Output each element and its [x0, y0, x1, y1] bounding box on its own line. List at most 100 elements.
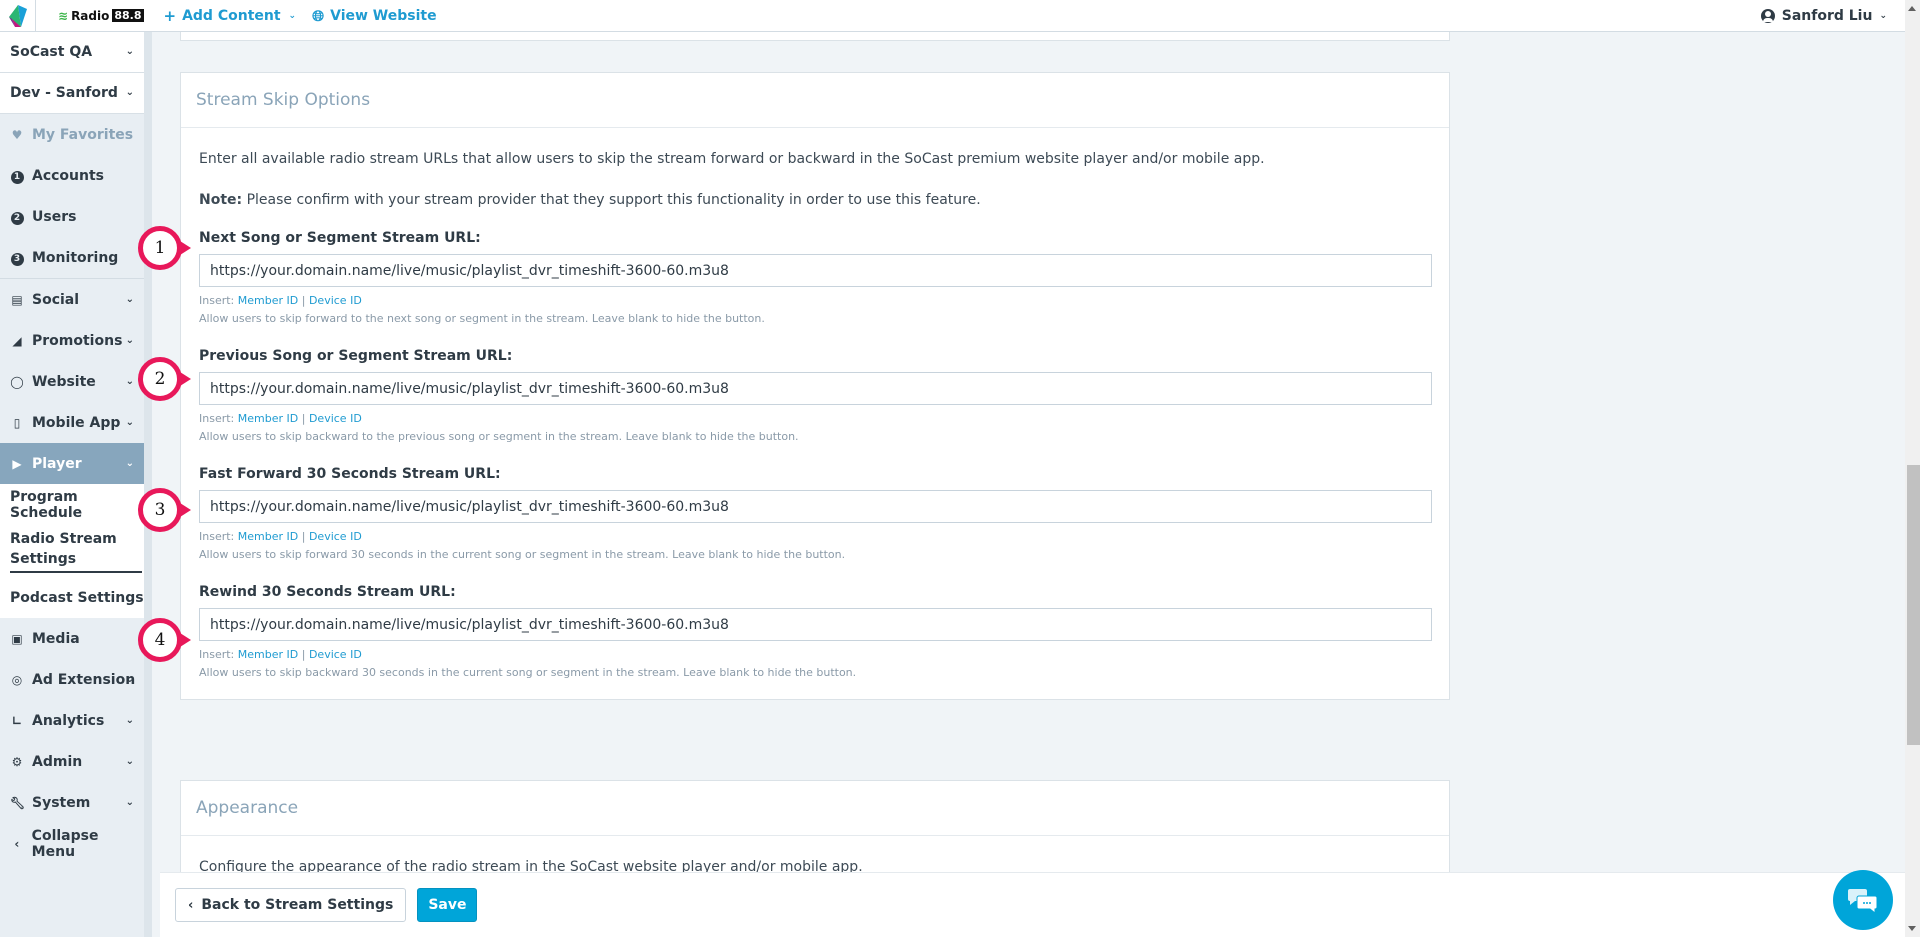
user-menu[interactable]: Sanford Liu ⌄	[1760, 0, 1887, 32]
site-selector[interactable]: Dev - Sanford ⌄	[0, 73, 144, 114]
insert-member-id-link[interactable]: Member ID	[238, 648, 298, 661]
play-circle-icon: ▶	[12, 456, 22, 471]
annotation-marker-2: 2	[138, 357, 182, 401]
chevron-down-icon: ⌄	[125, 416, 134, 428]
sidebar-subitem-program-schedule[interactable]: Program Schedule	[0, 484, 144, 525]
stream-skip-options-card: Stream Skip Options Enter all available …	[180, 72, 1450, 700]
field-help: Allow users to skip forward to the next …	[199, 312, 765, 325]
org-selector[interactable]: SoCast QA ⌄	[0, 32, 144, 73]
insert-member-id-link[interactable]: Member ID	[238, 294, 298, 307]
sidebar-item-my-favorites[interactable]: ♥ My Favorites	[0, 114, 144, 155]
annotation-marker-4: 4	[138, 618, 182, 662]
view-website-link[interactable]: 🌐︎ View Website	[312, 7, 437, 25]
card-intro: Enter all available radio stream URLs th…	[199, 151, 1265, 167]
insert-device-id-link[interactable]: Device ID	[309, 530, 362, 543]
scroll-up-arrow-icon[interactable]	[1908, 6, 1916, 11]
chat-bubbles-icon	[1848, 889, 1878, 914]
sidebar-item-system[interactable]: 🔧︎ System ⌄	[0, 782, 144, 823]
sidebar-item-label: Podcast Settings	[10, 589, 144, 606]
wifi-icon: ≋	[58, 8, 69, 23]
sidebar-item-player[interactable]: ▶ Player ⌄	[0, 443, 144, 484]
back-to-stream-settings-button[interactable]: ‹ Back to Stream Settings	[175, 888, 407, 922]
back-button-label: Back to Stream Settings	[201, 897, 394, 913]
insert-device-id-link[interactable]: Device ID	[309, 294, 362, 307]
sidebar-subitem-radio-stream-settings[interactable]: Radio Stream Settings	[0, 525, 144, 577]
field-label: Next Song or Segment Stream URL:	[199, 230, 481, 246]
chevron-down-icon: ⌄	[125, 334, 134, 346]
sidebar-item-accounts[interactable]: 1 Accounts	[0, 155, 144, 196]
chevron-down-icon: ⌄	[125, 796, 134, 808]
appearance-card: Appearance Configure the appearance of t…	[180, 780, 1450, 872]
add-content-menu[interactable]: + Add Content ⌄	[164, 7, 297, 25]
user-circle-icon	[1760, 9, 1775, 23]
chevron-down-icon: ⌄	[125, 375, 134, 387]
chat-widget-button[interactable]	[1833, 870, 1893, 930]
chevron-left-icon: ‹	[188, 897, 194, 913]
sidebar-item-admin[interactable]: ⚙ Admin ⌄	[0, 741, 144, 782]
brand-number: 88.8	[112, 9, 144, 22]
insert-device-id-link[interactable]: Device ID	[309, 412, 362, 425]
save-button[interactable]: Save	[417, 888, 478, 922]
globe-icon: ◯	[10, 374, 24, 389]
previous-song-url-input[interactable]: https://your.domain.name/live/music/play…	[199, 372, 1432, 405]
sidebar-item-label: Ad Extension	[32, 671, 136, 688]
page-scrollbar[interactable]	[1905, 0, 1920, 937]
number-three-icon: 3	[10, 252, 24, 266]
separator: |	[301, 412, 306, 425]
view-website-label: View Website	[330, 7, 437, 24]
fast-forward-url-input[interactable]: https://your.domain.name/live/music/play…	[199, 490, 1432, 523]
socast-logo[interactable]	[0, 0, 36, 32]
socast-logo-icon	[8, 4, 27, 27]
scrollbar-thumb[interactable]	[1907, 465, 1920, 745]
next-song-url-input[interactable]: https://your.domain.name/live/music/play…	[199, 254, 1432, 287]
field-label: Previous Song or Segment Stream URL:	[199, 348, 513, 364]
note-text: Please confirm with your stream provider…	[242, 192, 981, 208]
next-song-field: Next Song or Segment Stream URL: https:/…	[199, 230, 1432, 327]
insert-label: Insert:	[199, 648, 235, 661]
rewind-url-input[interactable]: https://your.domain.name/live/music/play…	[199, 608, 1432, 641]
mobile-phone-icon: ▯	[13, 415, 21, 430]
form-footer: ‹ Back to Stream Settings Save	[160, 872, 1905, 937]
sidebar: SoCast QA ⌄ Dev - Sanford ⌄ ♥ My Favorit…	[0, 32, 152, 937]
chevron-down-icon: ⌄	[125, 86, 134, 98]
insert-member-id-link[interactable]: Member ID	[238, 530, 298, 543]
chevron-down-icon: ⌄	[1879, 11, 1887, 21]
sidebar-item-users[interactable]: 2 Users	[0, 196, 144, 237]
sidebar-item-label: Mobile App	[32, 414, 121, 431]
main-content: Stream Skip Options Enter all available …	[160, 32, 1905, 872]
number-two-icon: 2	[10, 211, 24, 225]
sidebar-item-media[interactable]: ▣ Media	[0, 618, 144, 659]
heart-icon: ♥	[11, 127, 23, 142]
sidebar-item-monitoring[interactable]: 3 Monitoring	[0, 237, 144, 278]
org-selector-label: SoCast QA	[10, 44, 93, 60]
sidebar-item-label: Player	[32, 455, 82, 472]
collapse-menu-button[interactable]: ‹ Collapse Menu	[0, 823, 144, 864]
chevron-down-icon: ⌄	[125, 45, 134, 57]
insert-label: Insert:	[199, 412, 235, 425]
sidebar-item-label: Media	[32, 630, 80, 647]
site-selector-label: Dev - Sanford	[10, 85, 118, 101]
sidebar-item-website[interactable]: ◯ Website ⌄	[0, 361, 144, 402]
field-label: Rewind 30 Seconds Stream URL:	[199, 584, 456, 600]
sidebar-item-label: Users	[32, 208, 77, 225]
insert-member-id-link[interactable]: Member ID	[238, 412, 298, 425]
previous-song-field: Previous Song or Segment Stream URL: htt…	[199, 348, 1432, 445]
card-title: Stream Skip Options	[181, 73, 1449, 128]
station-brand[interactable]: ≋ Radio 88.8	[58, 9, 144, 23]
chevron-left-icon: ‹	[14, 836, 20, 851]
sidebar-item-promotions[interactable]: ◢ Promotions ⌄	[0, 320, 144, 361]
card-intro: Configure the appearance of the radio st…	[199, 859, 863, 872]
separator: |	[301, 530, 306, 543]
sidebar-item-ad-extension[interactable]: ◎ Ad Extension ⌄	[0, 659, 144, 700]
sidebar-item-label: Collapse Menu	[31, 827, 99, 860]
sidebar-item-mobile-app[interactable]: ▯ Mobile App ⌄	[0, 402, 144, 443]
scroll-down-arrow-icon[interactable]	[1908, 926, 1916, 931]
rewind-field: Rewind 30 Seconds Stream URL: https://yo…	[199, 584, 1432, 681]
sidebar-subitem-podcast-settings[interactable]: Podcast Settings	[0, 577, 144, 618]
sidebar-item-label: Website	[32, 373, 96, 390]
insert-device-id-link[interactable]: Device ID	[309, 648, 362, 661]
sidebar-item-label: Admin	[32, 753, 83, 770]
sidebar-item-social[interactable]: ▤ Social ⌄	[0, 279, 144, 320]
sidebar-item-analytics[interactable]: ∟ Analytics ⌄	[0, 700, 144, 741]
field-label: Fast Forward 30 Seconds Stream URL:	[199, 466, 501, 482]
